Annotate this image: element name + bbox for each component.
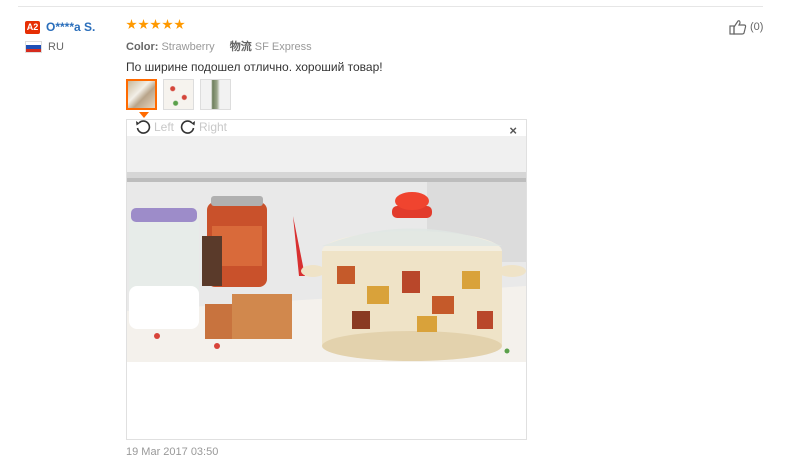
- star-rating: [126, 19, 383, 33]
- buyer-name[interactable]: O****a S.: [46, 20, 95, 34]
- review-date: 19 Mar 2017 03:50: [126, 446, 219, 458]
- star-icon: [162, 19, 173, 30]
- helpful-button[interactable]: (0): [729, 19, 763, 35]
- shipping-label: 物流: [229, 41, 252, 53]
- rotate-left-button[interactable]: Left: [135, 119, 174, 135]
- star-icon: [174, 19, 185, 30]
- thumbnail-photo-3[interactable]: [200, 79, 231, 110]
- buyer-info: A2 O****a S. RU: [25, 19, 95, 53]
- rotate-right-label: Right: [199, 120, 228, 134]
- thumbnail-photo-1[interactable]: [126, 79, 157, 110]
- rotate-right-button[interactable]: Right: [180, 119, 227, 135]
- photo-thumbnails: [126, 79, 231, 110]
- buyer-country: RU: [48, 41, 64, 53]
- review-comment: По ширине подошел отлично. хороший товар…: [126, 60, 383, 74]
- divider: [18, 6, 763, 7]
- color-label: Color:: [126, 41, 159, 53]
- russia-flag-icon: [25, 41, 42, 53]
- selected-thumbnail-caret: [139, 112, 149, 118]
- rotate-left-label: Left: [154, 120, 175, 134]
- star-icon: [150, 19, 161, 30]
- rotate-right-icon: [180, 120, 195, 134]
- star-icon: [138, 19, 149, 30]
- buyer-level-badge: A2: [25, 20, 40, 34]
- review-content: Color: Strawberry 物流 SF Express По ширин…: [126, 19, 383, 74]
- shipping-value: SF Express: [254, 41, 312, 53]
- star-icon: [126, 19, 137, 30]
- review-photo: [127, 136, 526, 362]
- thumbs-up-icon: [729, 20, 747, 35]
- order-meta: Color: Strawberry 物流 SF Express: [126, 38, 383, 54]
- color-value: Strawberry: [161, 41, 215, 53]
- thumbnail-photo-2[interactable]: [163, 79, 194, 110]
- rotate-left-icon: [136, 120, 151, 134]
- helpful-count: (0): [750, 21, 764, 33]
- photo-viewer: Left Right ×: [126, 119, 527, 440]
